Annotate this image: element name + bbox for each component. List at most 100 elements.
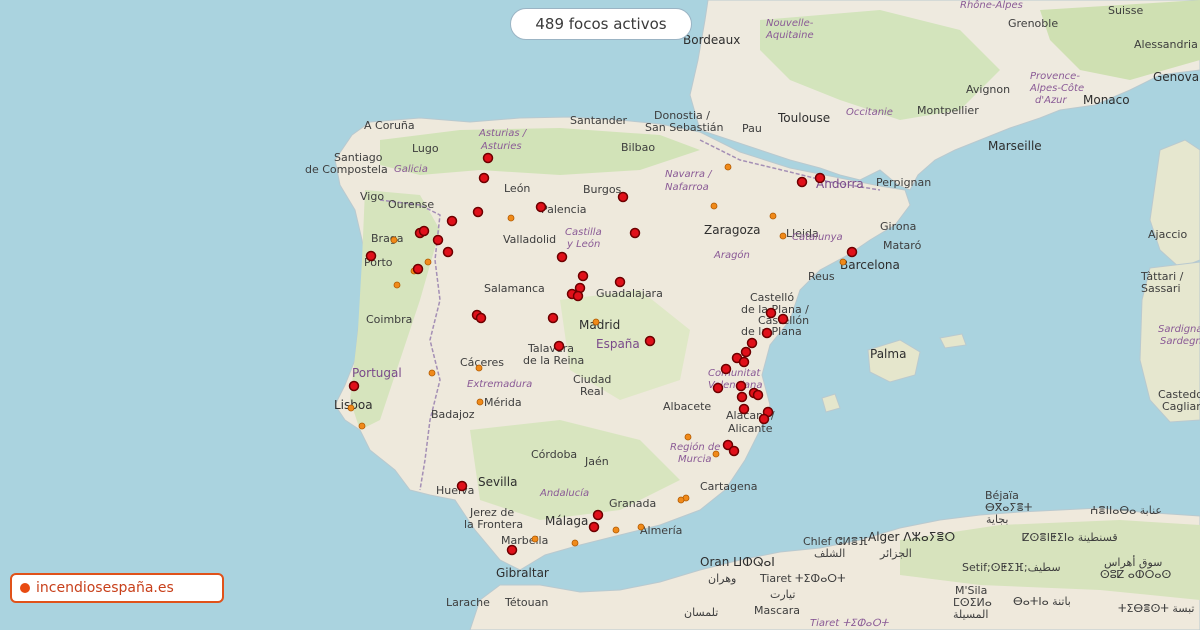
map-label-guadalajara: Guadalajara: [596, 287, 663, 300]
fire-marker-large[interactable]: [814, 172, 826, 184]
fire-marker-large[interactable]: [752, 389, 764, 401]
fire-marker-large[interactable]: [442, 246, 454, 258]
fire-marker-small[interactable]: [358, 422, 366, 430]
map-label-monaco: Monaco: [1083, 93, 1130, 107]
fire-marker-large[interactable]: [348, 380, 360, 392]
map-label-mataro: Mataró: [883, 239, 922, 252]
map-label-gibraltar: Gibraltar: [496, 566, 549, 580]
fire-marker-large[interactable]: [432, 234, 444, 246]
fire-marker-small[interactable]: [769, 212, 777, 220]
fire-marker-large[interactable]: [738, 356, 750, 368]
fire-marker-large[interactable]: [728, 445, 740, 457]
fire-marker-large[interactable]: [588, 521, 600, 533]
fire-marker-large[interactable]: [365, 250, 377, 262]
fire-marker-large[interactable]: [796, 176, 808, 188]
fire-marker-large[interactable]: [535, 201, 547, 213]
fire-marker-large[interactable]: [553, 340, 565, 352]
map-label-nouvelle: Nouvelle-: [766, 18, 814, 29]
fire-marker-large[interactable]: [761, 327, 773, 339]
fire-marker-small[interactable]: [393, 281, 401, 289]
map-label-jaen: Jaén: [584, 455, 609, 468]
fire-marker-small[interactable]: [390, 236, 398, 244]
map-label-extremadura: Extremadura: [467, 379, 532, 390]
fire-marker-large[interactable]: [735, 380, 747, 392]
fire-marker-large[interactable]: [617, 191, 629, 203]
map-label-toulouse: Toulouse: [777, 111, 830, 125]
fire-marker-large[interactable]: [758, 413, 770, 425]
fire-marker-large[interactable]: [746, 337, 758, 349]
map-canvas[interactable]: Bordeaux Nouvelle-Aquitaine Toulouse Occita…: [0, 0, 1200, 630]
fire-marker-small[interactable]: [571, 539, 579, 547]
fire-marker-large[interactable]: [482, 152, 494, 164]
map-label-souk2: ⵙⵓⵇ ⴰⵀⵔⴰⵙ: [1100, 568, 1172, 581]
map-label-murcia1: Región de: [670, 441, 720, 453]
fire-marker-large[interactable]: [740, 346, 752, 358]
map-label-catalunya: Catalunya: [792, 232, 843, 243]
fire-marker-large[interactable]: [446, 215, 458, 227]
map-label-avignon: Avignon: [966, 83, 1010, 96]
fire-marker-small[interactable]: [507, 214, 515, 222]
map-label-jerez2: la Frontera: [464, 518, 523, 531]
fire-marker-large[interactable]: [736, 391, 748, 403]
fire-marker-small[interactable]: [779, 232, 787, 240]
map-label-larache: Larache: [446, 596, 490, 609]
fire-marker-small[interactable]: [424, 258, 432, 266]
fire-marker-small[interactable]: [677, 496, 685, 504]
fire-marker-large[interactable]: [765, 307, 777, 319]
fire-marker-large[interactable]: [577, 270, 589, 282]
map-label-cordoba: Córdoba: [531, 448, 577, 461]
map-label-girona: Girona: [880, 220, 916, 233]
fire-marker-large[interactable]: [777, 313, 789, 325]
map-label-rhone: Rhône-Alpes: [960, 0, 1023, 11]
fire-marker-large[interactable]: [629, 227, 641, 239]
fire-marker-small[interactable]: [724, 163, 732, 171]
map-label-alger1: Alger ⴷⵣⴰⵢⴻⵔ: [868, 530, 955, 544]
fire-marker-small[interactable]: [839, 258, 847, 266]
map-label-sevilla: Sevilla: [478, 475, 517, 489]
fire-marker-large[interactable]: [472, 206, 484, 218]
fire-marker-small[interactable]: [347, 404, 355, 412]
map-label-aragon: Aragón: [713, 249, 750, 261]
fire-marker-large[interactable]: [738, 403, 750, 415]
map-label-ciudadreal2: Real: [580, 385, 604, 398]
map-label-souk1: سوق أهراس: [1104, 555, 1162, 569]
map-label-tattari2: Sassari: [1141, 282, 1181, 295]
map-label-madrid: Madrid: [579, 318, 620, 332]
fire-marker-large[interactable]: [846, 246, 858, 258]
fire-marker-large[interactable]: [547, 312, 559, 324]
map-label-portugal: Portugal: [352, 366, 402, 380]
fire-marker-large[interactable]: [644, 335, 656, 347]
fire-dot-icon: [20, 583, 30, 593]
fire-marker-large[interactable]: [614, 276, 626, 288]
map-label-merida: Mérida: [484, 396, 522, 409]
map-label-navarra1: Navarra /: [665, 169, 713, 180]
fire-marker-small[interactable]: [684, 433, 692, 441]
fire-marker-large[interactable]: [456, 480, 468, 492]
fire-marker-large[interactable]: [572, 290, 584, 302]
fire-marker-large[interactable]: [592, 509, 604, 521]
fire-marker-large[interactable]: [506, 544, 518, 556]
fire-marker-large[interactable]: [712, 382, 724, 394]
fire-marker-large[interactable]: [720, 363, 732, 375]
fire-marker-large[interactable]: [475, 312, 487, 324]
map-label-lugo: Lugo: [412, 142, 439, 155]
map-label-pau: Pau: [742, 122, 762, 135]
map-label-marbella: Marbella: [501, 534, 548, 547]
fire-marker-large[interactable]: [418, 225, 430, 237]
site-link[interactable]: incendiosespaña.es: [10, 573, 224, 603]
map-label-zaragoza: Zaragoza: [704, 223, 760, 237]
map-label-albacete: Albacete: [663, 400, 711, 413]
map-label-ajaccio: Ajaccio: [1148, 228, 1187, 241]
fire-marker-small[interactable]: [476, 398, 484, 406]
fire-marker-small[interactable]: [428, 369, 436, 377]
fire-marker-small[interactable]: [592, 318, 600, 326]
fire-marker-large[interactable]: [556, 251, 568, 263]
fire-marker-small[interactable]: [612, 526, 620, 534]
fire-marker-small[interactable]: [710, 202, 718, 210]
fire-marker-large[interactable]: [478, 172, 490, 184]
fire-marker-small[interactable]: [637, 523, 645, 531]
fire-marker-small[interactable]: [531, 535, 539, 543]
fire-marker-small[interactable]: [712, 450, 720, 458]
fire-marker-small[interactable]: [475, 364, 483, 372]
fire-marker-large[interactable]: [412, 263, 424, 275]
